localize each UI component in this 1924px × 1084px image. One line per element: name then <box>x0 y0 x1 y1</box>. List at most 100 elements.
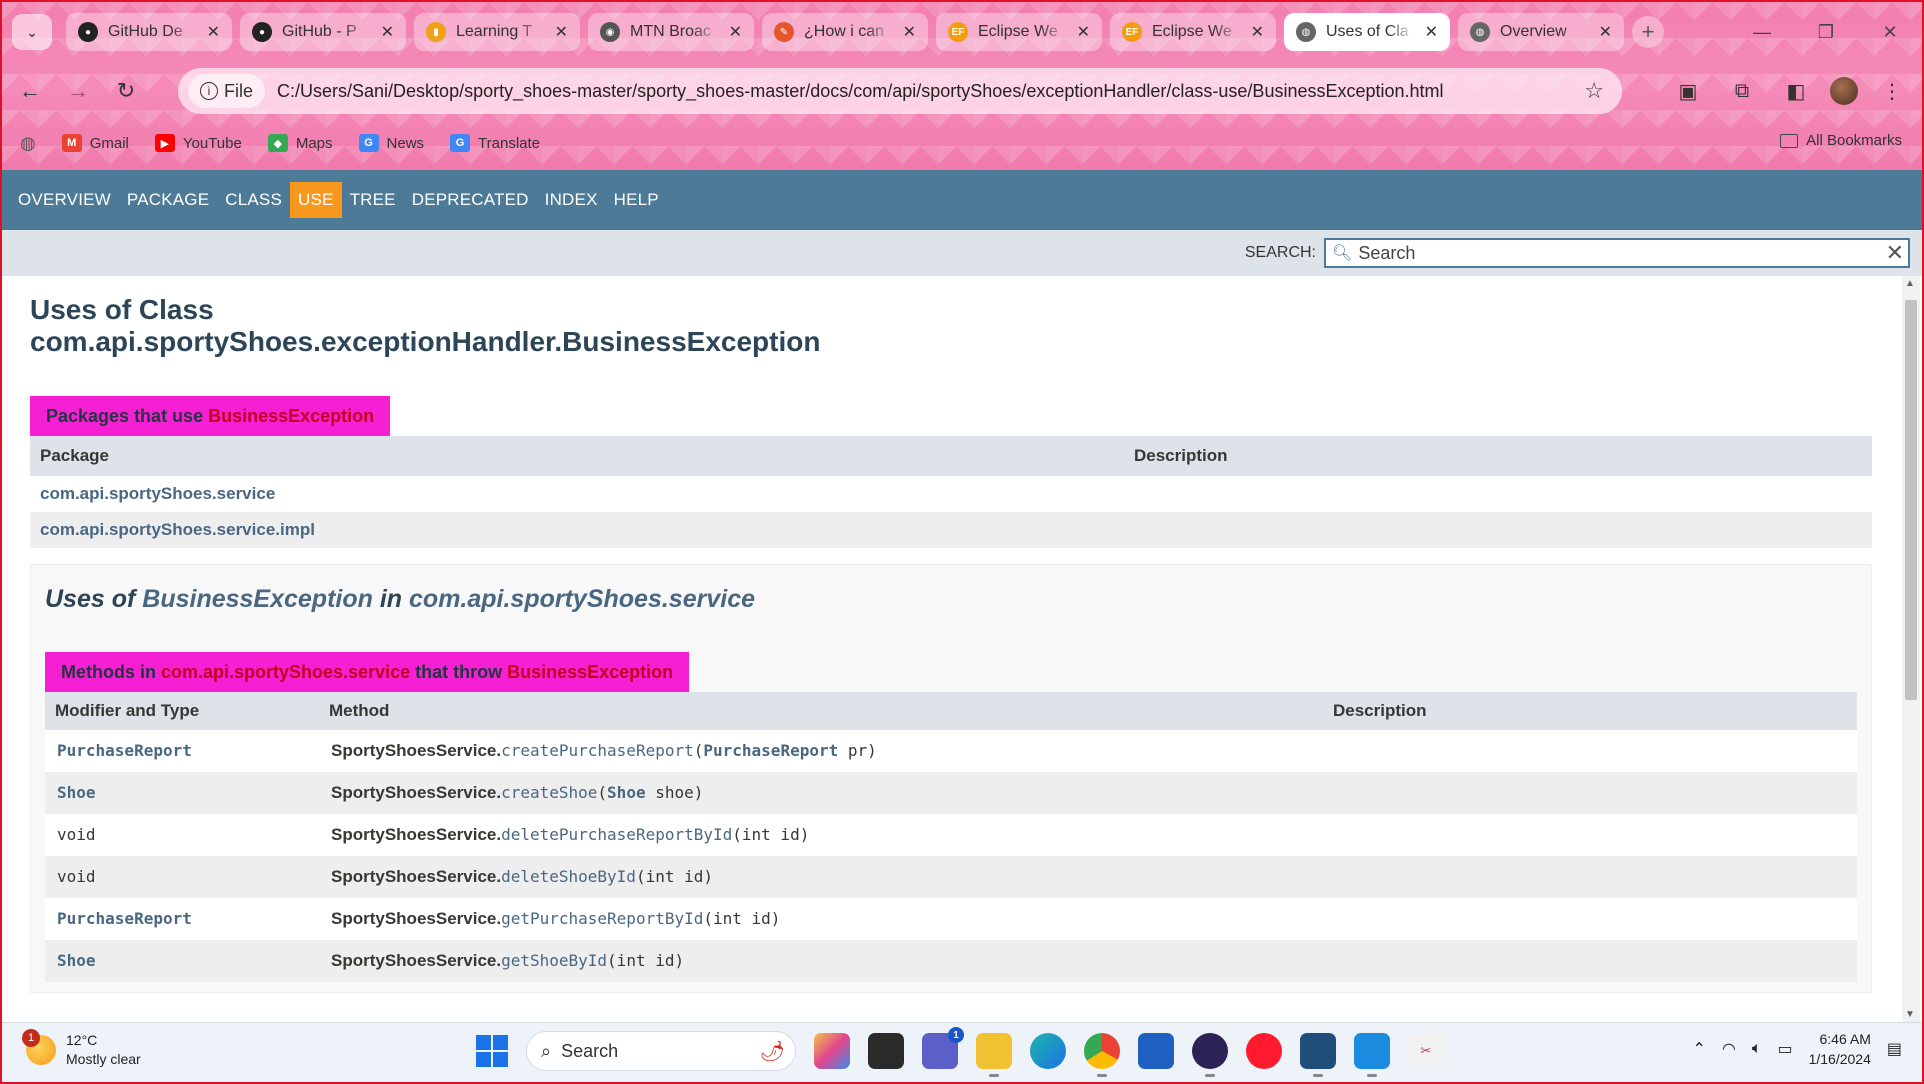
battery-icon[interactable]: ▭ <box>1777 1039 1792 1059</box>
windows-taskbar: 1 12°C Mostly clear ⌕ Search 🌶︎ 1 ✂ ⌃ ◠ … <box>2 1022 1922 1082</box>
all-bookmarks[interactable]: All Bookmarks <box>1780 132 1902 149</box>
windows-start-icon[interactable] <box>476 1035 508 1067</box>
close-tab-icon[interactable]: ✕ <box>1425 22 1438 42</box>
close-tab-icon[interactable]: ✕ <box>555 22 568 42</box>
nav-link-deprecated[interactable]: DEPRECATED <box>404 182 537 218</box>
return-type-link[interactable]: Shoe <box>57 951 96 970</box>
return-type-link[interactable]: Shoe <box>57 783 96 802</box>
bookmark-item[interactable]: ▶ YouTube <box>154 134 242 152</box>
address-bar[interactable]: i File C:/Users/Sani/Desktop/sporty_shoe… <box>178 68 1622 114</box>
bookmark-item[interactable]: M Gmail <box>61 134 129 152</box>
method-link[interactable]: getShoeById <box>501 951 607 970</box>
tab-title: Eclipse We <box>1152 23 1232 40</box>
browser-tab[interactable]: ● GitHub De ✕ <box>66 13 232 51</box>
browser-tab[interactable]: ◍ Uses of Cla ✕ <box>1284 13 1450 51</box>
new-tab-button[interactable]: + <box>1632 16 1664 48</box>
vscode-icon[interactable] <box>1354 1033 1390 1077</box>
file-explorer-icon[interactable] <box>976 1033 1012 1077</box>
package-link[interactable]: com.api.sportyShoes.service <box>40 484 275 503</box>
method-link[interactable]: createPurchaseReport <box>501 741 694 760</box>
method-link[interactable]: getPurchaseReportById <box>501 909 703 928</box>
tab-title: Uses of Cla <box>1326 23 1409 40</box>
notification-icon[interactable]: ▤ <box>1887 1039 1902 1059</box>
page-scrollbar[interactable]: ▲ ▼ <box>1902 276 1920 1022</box>
snipping-tool-icon[interactable]: ✂ <box>1408 1033 1444 1069</box>
bookmark-item[interactable]: G Translate <box>450 134 540 152</box>
browser-tab[interactable]: ✎ ¿How i can ✕ <box>762 13 928 51</box>
tab-search-button[interactable]: ⌄ <box>12 14 52 50</box>
param-type-link[interactable]: Shoe <box>607 783 646 802</box>
profile-avatar[interactable] <box>1830 77 1858 105</box>
url-text[interactable]: C:/Users/Sani/Desktop/sporty_shoes-maste… <box>277 81 1444 102</box>
github-icon: ● <box>252 22 272 42</box>
scrollbar-thumb[interactable] <box>1905 300 1917 700</box>
maps-icon: ◆ <box>267 134 288 152</box>
browser-tab[interactable]: ● GitHub - P ✕ <box>240 13 406 51</box>
close-tab-icon[interactable]: ✕ <box>381 22 394 42</box>
nav-link-use[interactable]: USE <box>290 182 342 218</box>
bookmark-star-icon[interactable]: ☆ <box>1584 78 1604 104</box>
bookmark-item[interactable]: G News <box>358 134 424 152</box>
close-tab-icon[interactable]: ✕ <box>1077 22 1090 42</box>
bookmark-item[interactable]: ◆ Maps <box>267 134 333 152</box>
wifi-icon[interactable]: ◠ <box>1722 1039 1736 1059</box>
close-tab-icon[interactable]: ✕ <box>1251 22 1264 42</box>
package-link[interactable]: com.api.sportyShoes.service.impl <box>40 520 315 539</box>
chevron-up-icon[interactable]: ⌃ <box>1692 1039 1705 1059</box>
browser-tab[interactable]: EF Eclipse We ✕ <box>1110 13 1276 51</box>
close-tab-icon[interactable]: ✕ <box>207 22 220 42</box>
heading-class-link[interactable]: BusinessException <box>142 585 373 613</box>
title-line-2: com.api.sportyShoes.exceptionHandler.Bus… <box>30 326 821 357</box>
javadoc-search-input[interactable]: 🔍︎ Search ✕ <box>1324 238 1910 268</box>
eclipse-icon[interactable] <box>1192 1033 1228 1077</box>
param-type-link[interactable]: PurchaseReport <box>703 741 838 760</box>
back-button[interactable]: ← <box>10 71 50 111</box>
close-window-button[interactable]: ✕ <box>1858 10 1922 54</box>
nav-link-help[interactable]: HELP <box>606 182 667 218</box>
opera-browser-icon[interactable] <box>1246 1033 1282 1069</box>
site-info-chip[interactable]: i File <box>188 74 266 108</box>
method-link[interactable]: createShoe <box>501 783 597 802</box>
cast-icon[interactable]: ▣ <box>1668 71 1708 111</box>
scroll-down-arrow-icon[interactable]: ▼ <box>1905 1009 1915 1020</box>
forward-button[interactable]: → <box>58 71 98 111</box>
nav-link-package[interactable]: PACKAGE <box>119 182 217 218</box>
volume-icon[interactable]: 🔈︎ <box>1752 1040 1762 1058</box>
scroll-up-arrow-icon[interactable]: ▲ <box>1905 278 1915 289</box>
nav-link-overview[interactable]: OVERVIEW <box>10 182 119 218</box>
browser-tab[interactable]: ◍ Overview ✕ <box>1458 13 1624 51</box>
close-tab-icon[interactable]: ✕ <box>1599 22 1612 42</box>
copilot-icon[interactable] <box>814 1033 850 1069</box>
translate-icon: G <box>450 134 471 152</box>
weather-widget[interactable]: 1 12°C Mostly clear <box>22 1029 141 1069</box>
browser-tab[interactable]: ▮ Learning T ✕ <box>414 13 580 51</box>
clear-search-icon[interactable]: ✕ <box>1886 240 1904 266</box>
close-tab-icon[interactable]: ✕ <box>729 22 742 42</box>
return-type-link[interactable]: PurchaseReport <box>57 909 192 928</box>
heading-package-link[interactable]: com.api.sportyShoes.service <box>409 585 755 613</box>
globe-icon[interactable]: ◍ <box>20 133 36 154</box>
taskbar-search[interactable]: ⌕ Search 🌶︎ <box>526 1031 796 1071</box>
task-view-icon[interactable] <box>868 1033 904 1069</box>
close-tab-icon[interactable]: ✕ <box>903 22 916 42</box>
clock[interactable]: 6:46 AM 1/16/2024 <box>1809 1029 1871 1069</box>
nav-link-tree[interactable]: TREE <box>342 182 404 218</box>
edge-browser-icon[interactable] <box>1030 1033 1066 1069</box>
minimize-button[interactable]: — <box>1730 10 1794 54</box>
nav-link-class[interactable]: CLASS <box>217 182 290 218</box>
maximize-button[interactable]: ❐ <box>1794 10 1858 54</box>
menu-kebab-icon[interactable]: ⋮ <box>1872 71 1912 111</box>
method-link[interactable]: deleteShoeById <box>501 867 636 886</box>
teams-chat-icon[interactable]: 1 <box>922 1027 964 1069</box>
microsoft-store-icon[interactable] <box>1138 1033 1174 1069</box>
nav-link-index[interactable]: INDEX <box>537 182 606 218</box>
method-link[interactable]: deletePurchaseReportById <box>501 825 732 844</box>
side-panel-icon[interactable]: ◧ <box>1776 71 1816 111</box>
browser-tab[interactable]: ◉ MTN Broac ✕ <box>588 13 754 51</box>
browser-tab[interactable]: EF Eclipse We ✕ <box>936 13 1102 51</box>
return-type-link[interactable]: PurchaseReport <box>57 741 192 760</box>
extensions-icon[interactable]: ⧉ <box>1722 71 1762 111</box>
chrome-browser-icon[interactable] <box>1084 1033 1120 1077</box>
reload-button[interactable]: ↻ <box>106 71 146 111</box>
database-tool-icon[interactable] <box>1300 1033 1336 1077</box>
